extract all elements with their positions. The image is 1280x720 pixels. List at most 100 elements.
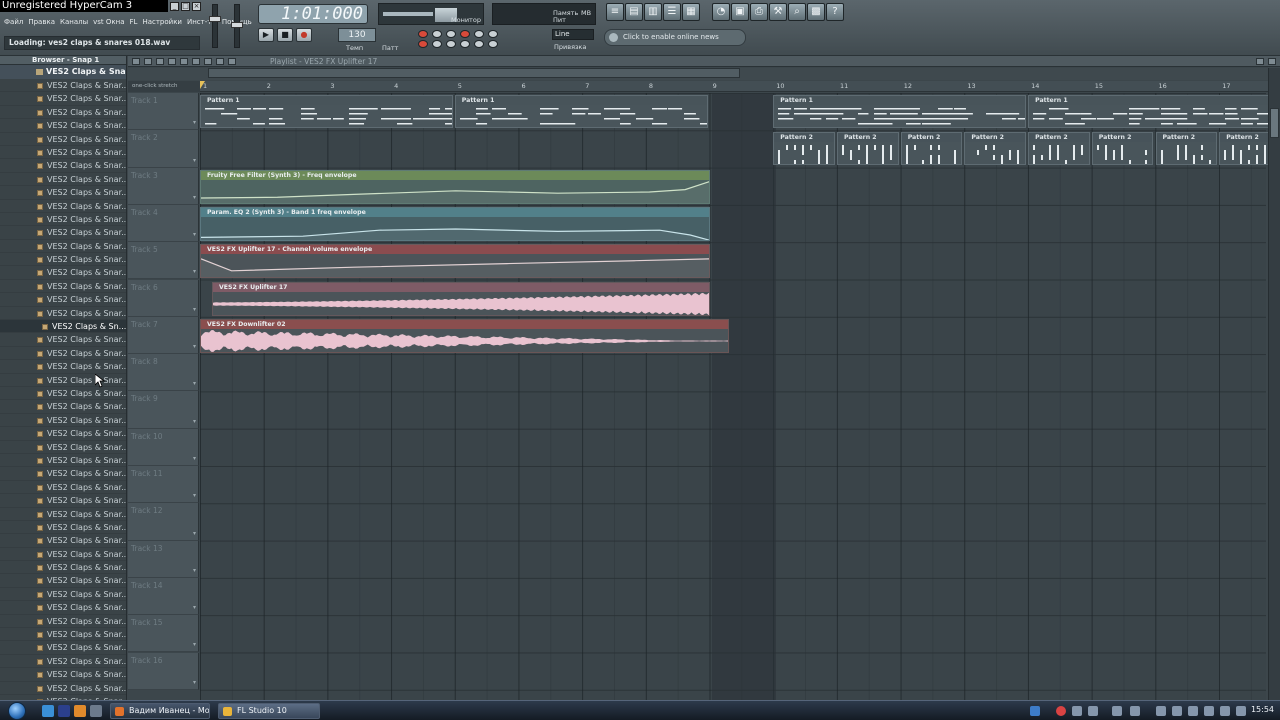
menu-edit[interactable]: Правка	[28, 18, 55, 26]
track-header[interactable]: Track 4 ▾	[128, 204, 199, 243]
playlist-horizontal-scrollbar[interactable]	[208, 68, 740, 78]
pattern-clip[interactable]: Pattern 2	[1155, 132, 1218, 166]
pattern-clip[interactable]: Pattern 2	[964, 132, 1027, 166]
quicklaunch-ie-icon[interactable]	[42, 705, 54, 717]
close-icon[interactable]: ×	[192, 2, 201, 11]
tray-stop-icon[interactable]	[1088, 706, 1098, 716]
track-header[interactable]: Track 1 ▾	[128, 93, 199, 131]
playlist-slice-tool-icon[interactable]	[192, 58, 200, 65]
pattern-clip[interactable]: Pattern 2	[900, 132, 963, 166]
scrollbar-thumb[interactable]	[1270, 108, 1279, 138]
tray-language-icon[interactable]	[1030, 706, 1040, 716]
tempo-display[interactable]: 130	[338, 28, 376, 42]
tray-network-icon[interactable]	[1112, 706, 1122, 716]
browser-file[interactable]: VES2 Claps & Snar...	[0, 159, 126, 173]
stop-icon[interactable]: ■	[277, 28, 293, 42]
browser-file[interactable]: VES2 Claps & Snar...	[0, 293, 126, 307]
browser-file[interactable]: VES2 Claps & Snar...	[0, 79, 126, 93]
track-header[interactable]: Track 14 ▾	[128, 577, 199, 616]
browser-file[interactable]: VES2 Claps & Snar...	[0, 615, 126, 629]
menu-channels[interactable]: Каналы	[60, 18, 88, 26]
pattern-clip[interactable]: Pattern 1	[1028, 95, 1280, 128]
playlist-draw-tool-icon[interactable]	[144, 58, 152, 65]
song-position-display[interactable]: 1:01:000	[258, 4, 368, 24]
master-pitch-knob[interactable]	[231, 22, 243, 28]
browser-file[interactable]: VES2 Claps & Snar...	[0, 427, 126, 441]
track-menu-icon[interactable]: ▾	[193, 306, 196, 313]
rec-option-11[interactable]	[474, 40, 484, 48]
snap-mode-select[interactable]: Line	[552, 29, 594, 40]
automation-clip[interactable]: VES2 FX Uplifter 17 - Channel volume env…	[200, 244, 710, 279]
track-menu-icon[interactable]: ▾	[193, 268, 196, 275]
rec-option-10[interactable]	[460, 40, 470, 48]
track-menu-icon[interactable]: ▾	[193, 157, 196, 164]
track-menu-icon[interactable]: ▾	[193, 343, 196, 350]
track-header[interactable]: Track 8 ▾	[128, 354, 199, 392]
browser-file[interactable]: VES2 Claps & Snar...	[0, 494, 126, 508]
track-menu-icon[interactable]: ▾	[193, 119, 196, 126]
master-volume-slider[interactable]	[212, 4, 218, 48]
browser-file[interactable]: VES2 Claps & Snar...	[0, 628, 126, 642]
track-header[interactable]: Track 13 ▾	[128, 540, 199, 578]
play-icon[interactable]: ▶	[258, 28, 274, 42]
taskbar-firefox[interactable]: Вадим Иванец - Mozill...	[110, 703, 210, 719]
browser-file[interactable]: VES2 Claps & Snar...	[0, 400, 126, 414]
browser-file[interactable]: VES2 Claps & Snar...	[0, 133, 126, 146]
browser-root-folder[interactable]: VES2 Claps & Sna...	[0, 65, 126, 79]
project-icon[interactable]: ▣	[731, 3, 749, 21]
tray-app-3-icon[interactable]	[1188, 706, 1198, 716]
track-header[interactable]: Track 7 ▾	[128, 316, 199, 355]
playlist-zoom-tool-icon[interactable]	[216, 58, 224, 65]
pattern-clip[interactable]: Pattern 2	[837, 132, 899, 166]
browser-file[interactable]: VES2 Claps & Snar...	[0, 655, 126, 669]
browser-file[interactable]: VES2 Claps & Snar...	[0, 574, 126, 588]
tray-pause-icon[interactable]	[1072, 706, 1082, 716]
track-menu-icon[interactable]: ▾	[193, 492, 196, 499]
browser-file[interactable]: VES2 Claps & Snar...	[0, 467, 126, 481]
track-menu-icon[interactable]: ▾	[193, 455, 196, 462]
pattern-clip[interactable]: Pattern 1	[454, 95, 708, 128]
record-icon[interactable]: ●	[296, 28, 312, 42]
menu-options[interactable]: Настройки	[142, 18, 182, 26]
rec-option-2[interactable]	[432, 30, 442, 38]
playlist-mute-tool-icon[interactable]	[180, 58, 188, 65]
pattern-clip[interactable]: Pattern 2	[1091, 132, 1154, 166]
audio-clip[interactable]: VES2 FX Downlifter 02	[200, 318, 729, 353]
step-sequencer-icon[interactable]: ▤	[625, 3, 643, 21]
pattern-clip[interactable]: Pattern 2	[1028, 132, 1090, 166]
rec-option-6[interactable]	[488, 30, 498, 38]
audio-clip[interactable]: VES2 FX Uplifter 17	[212, 281, 710, 316]
track-menu-icon[interactable]: ▾	[193, 194, 196, 201]
browser-file[interactable]: VES2 Claps & Snar...	[0, 213, 126, 227]
browser-file[interactable]: VES2 Claps & Snar...	[0, 534, 126, 548]
quicklaunch-firefox-icon[interactable]	[74, 705, 86, 717]
automation-clip[interactable]: Fruity Free Filter (Synth 3) - Freq enve…	[200, 169, 710, 204]
track-menu-icon[interactable]: ▾	[193, 567, 196, 574]
browser-file[interactable]: VES2 Claps & Snar...	[0, 441, 126, 454]
playlist-menu-icon[interactable]	[132, 58, 140, 65]
tray-app-6-icon[interactable]	[1236, 706, 1246, 716]
rec-option-7[interactable]	[418, 40, 428, 48]
master-volume-knob[interactable]	[209, 16, 221, 22]
track-menu-icon[interactable]: ▾	[193, 604, 196, 611]
browser-file[interactable]: VES2 Claps & Snar...	[0, 548, 126, 562]
browser-file[interactable]: VES2 Claps & Snar...	[0, 200, 126, 213]
browser-file[interactable]: VES2 Claps & Snar...	[0, 173, 126, 187]
browser-file[interactable]: VES2 Claps & Snar...	[0, 253, 126, 267]
menu-vst-windows[interactable]: vst Окна	[93, 18, 124, 26]
track-header[interactable]: Track 12 ▾	[128, 503, 199, 541]
browser-file[interactable]: VES2 Claps & Snar...	[0, 668, 126, 682]
playlist-close-icon[interactable]	[1268, 58, 1276, 65]
pattern-clip[interactable]: Pattern 1	[200, 95, 453, 128]
browser-file[interactable]: VES2 Claps & Snar...	[0, 481, 126, 495]
browser-file[interactable]: VES2 Claps & Snar...	[0, 266, 126, 280]
render-icon[interactable]: ⎙	[750, 3, 768, 21]
search-icon[interactable]: ⌕	[788, 3, 806, 21]
playlist-paint-tool-icon[interactable]	[156, 58, 164, 65]
piano-roll-icon[interactable]: ▥	[644, 3, 662, 21]
browser-file[interactable]: VES2 Claps & Snar...	[0, 186, 126, 200]
playlist-icon[interactable]: ≡	[606, 3, 624, 21]
browser-file[interactable]: VES2 Claps & Snar...	[0, 92, 126, 106]
playlist-select-tool-icon[interactable]	[204, 58, 212, 65]
track-header[interactable]: Track 16 ▾	[128, 652, 199, 690]
